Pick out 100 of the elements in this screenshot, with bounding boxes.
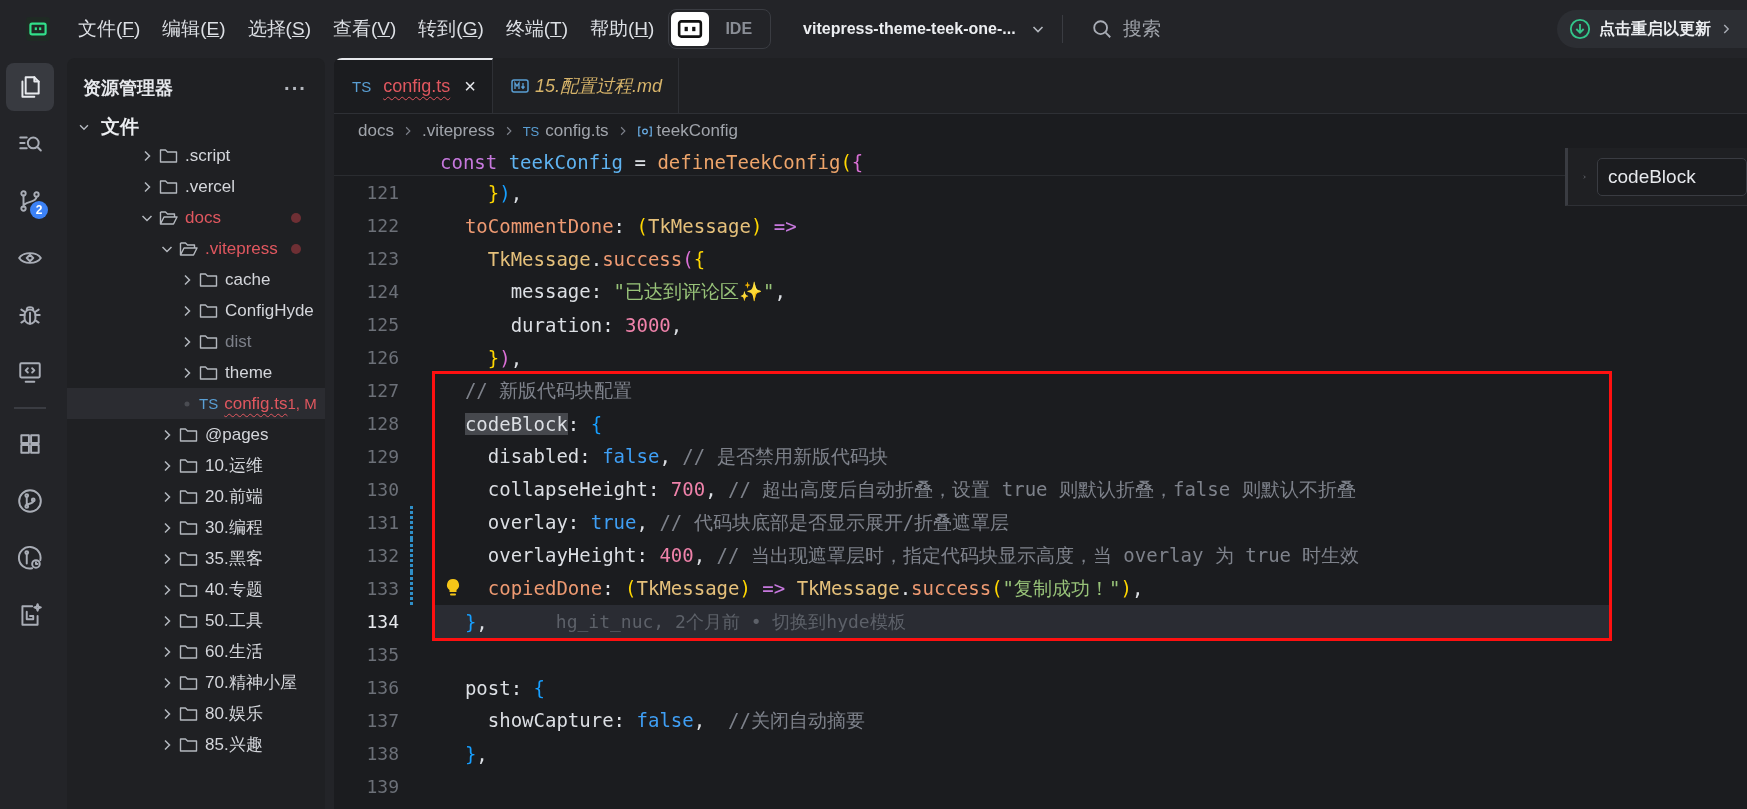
modified-dot-icon [291, 243, 301, 254]
line-number: 134 [365, 611, 399, 632]
find-input[interactable]: codeBlock [1597, 157, 1747, 196]
code-line: // 新版代码块配置 [464, 377, 633, 403]
file-tree-item[interactable]: 40.专题 [67, 574, 325, 605]
file-tree-item[interactable]: TS config.ts1, M [67, 388, 325, 419]
line-number: 127 [365, 380, 399, 401]
menu-item[interactable]: 终端(T) [505, 16, 568, 42]
breadcrumb-item[interactable]: TS config.ts [522, 121, 609, 141]
code-line: TkMessage.success({ [487, 247, 706, 270]
lightbulb-icon[interactable] [445, 578, 461, 598]
section-header[interactable]: 文件 [67, 114, 325, 140]
line-number: 133 [365, 578, 399, 599]
extensions-icon [17, 431, 43, 457]
line-number: 121 [365, 182, 399, 203]
panel-title: 资源管理器 [83, 77, 173, 100]
line-number: 132 [365, 545, 399, 566]
variable-icon [636, 124, 653, 138]
project-switcher[interactable]: vitepress-theme-teek-one-... [803, 20, 1046, 38]
sticky-code-line: const teekConfig = defineTeekConfig({ [440, 150, 864, 173]
activity-bar-button[interactable]: 2 [6, 177, 54, 225]
folder-icon [199, 333, 219, 350]
file-tree-item[interactable]: 85.兴趣 [67, 729, 325, 760]
file-tree-item[interactable]: .script [67, 140, 325, 171]
menu-item[interactable]: 文件(F) [78, 16, 141, 42]
menu-item[interactable]: 查看(V) [332, 16, 397, 42]
line-number: 130 [365, 479, 399, 500]
folder-icon [179, 457, 199, 474]
mode-toggle[interactable]: IDE [668, 9, 772, 49]
count-badge: 2 [30, 201, 48, 219]
folder-icon [199, 302, 219, 319]
line-number: 139 [365, 776, 399, 797]
search-button[interactable]: 搜索 [1090, 16, 1161, 42]
code-line: overlayHeight: 400, // 当出现遮罩层时，指定代码块显示高度，当 overlay 为 true 时生效 [487, 542, 1360, 568]
folder-icon [159, 147, 179, 164]
line-number: 129 [365, 446, 399, 467]
file-tree-item[interactable]: 30.编程 [67, 512, 325, 543]
menu-item[interactable]: 选择(S) [247, 16, 311, 42]
code-line: duration: 3000, [510, 313, 683, 336]
search-icon [1090, 18, 1113, 40]
breadcrumb-item[interactable]: teekConfig [636, 121, 738, 141]
folder-icon [179, 705, 199, 722]
file-tree-item[interactable]: 70.精神小屋 [67, 667, 325, 698]
remote-icon [17, 359, 43, 385]
update-button[interactable]: 点击重启以更新 [1557, 10, 1747, 48]
breadcrumb-item[interactable]: docs [358, 121, 394, 141]
menu-item[interactable]: 编辑(E) [162, 16, 226, 42]
file-tree-item[interactable]: ConfigHyde [67, 295, 325, 326]
line-number: 122 [365, 215, 399, 236]
app-logo-icon [25, 16, 51, 42]
code-line: overlay: true, // 代码块底部是否显示展开/折叠遮罩层 [487, 509, 1010, 535]
folder-icon [199, 364, 219, 381]
code-line: showCapture: false, //关闭自动摘要 [487, 707, 865, 733]
code-line: message: "已达到评论区✨", [510, 278, 786, 304]
file-tree-item[interactable]: 35.黑客 [67, 543, 325, 574]
folder-icon [179, 643, 199, 660]
file-tree-item[interactable]: @pages [67, 419, 325, 450]
file-tree-item[interactable]: theme [67, 357, 325, 388]
git-history-icon [17, 545, 43, 571]
line-number: 138 [365, 743, 399, 764]
menu-item[interactable]: 转到(G) [418, 16, 484, 42]
markdown-icon [510, 78, 529, 93]
code-line: codeBlock: { [464, 412, 603, 435]
file-tree-item[interactable]: .vitepress [67, 233, 325, 264]
more-button[interactable]: ··· [284, 76, 307, 100]
git-graph-icon [17, 488, 43, 514]
file-tree-item[interactable]: dist [67, 326, 325, 357]
code-line: disabled: false, // 是否禁用新版代码块 [487, 443, 888, 469]
folder-icon [179, 581, 199, 598]
editor-tab[interactable]: 15.配置过程.md [492, 58, 679, 113]
line-number: 128 [365, 413, 399, 434]
code-line: collapseHeight: 700, // 超出高度后自动折叠，设置 true 则默认折叠，false 则默认不折叠 [487, 476, 1356, 502]
folder-icon [179, 519, 199, 536]
file-tree-item[interactable]: 10.运维 [67, 450, 325, 481]
folder-icon [179, 550, 199, 567]
file-tree-item[interactable]: 20.前端 [67, 481, 325, 512]
line-number: 136 [365, 677, 399, 698]
code-line: }), [487, 181, 523, 204]
line-number: 123 [365, 248, 399, 269]
file-tree-item[interactable]: 80.娱乐 [67, 698, 325, 729]
close-button[interactable]: × [464, 75, 476, 98]
menu-item[interactable]: 帮助(H) [590, 16, 655, 42]
code-line: copiedDone: (TkMessage) => TkMessage.success("复制成功！"), [487, 575, 1144, 601]
folder-icon [199, 271, 219, 288]
line-number: 125 [365, 314, 399, 335]
file-tree-item[interactable]: .vercel [67, 171, 325, 202]
source-control-icon [17, 188, 43, 214]
editor-tab[interactable]: TS config.ts × [334, 58, 493, 113]
code-line: }, [464, 610, 488, 633]
line-number: 126 [365, 347, 399, 368]
code-line: post: { [464, 676, 545, 699]
folder-icon [159, 209, 179, 226]
file-tree-item[interactable]: docs [67, 202, 325, 233]
activity-bar-button[interactable] [6, 63, 54, 111]
line-number: 124 [365, 281, 399, 302]
file-tree-item[interactable]: 50.工具 [67, 605, 325, 636]
folder-icon [159, 178, 179, 195]
file-tree-item[interactable]: 60.生活 [67, 636, 325, 667]
file-tree-item[interactable]: cache [67, 264, 325, 295]
breadcrumb-item[interactable]: .vitepress [421, 121, 495, 141]
